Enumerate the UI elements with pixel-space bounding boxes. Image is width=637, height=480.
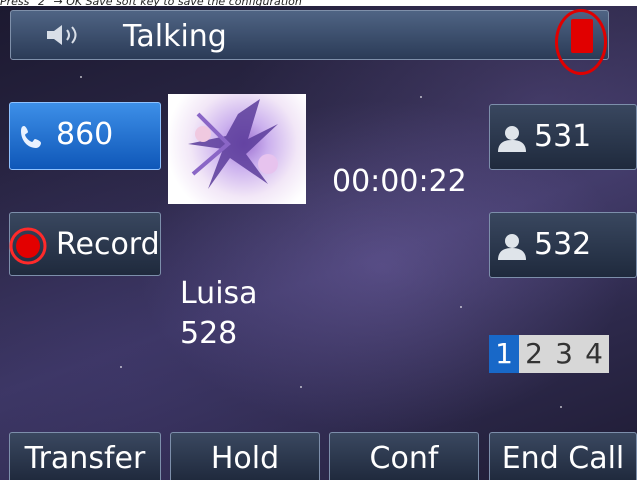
contact-name: Luisa	[180, 276, 258, 311]
line-key-860[interactable]: 860	[9, 102, 161, 170]
highlight-circle	[555, 9, 607, 75]
contact-icon	[496, 123, 528, 157]
call-status-title: Talking	[123, 19, 227, 54]
page-indicator: 1 2 3 4	[489, 335, 609, 373]
record-label: Record	[56, 227, 160, 262]
contact-avatar	[168, 94, 306, 204]
contact-number: 528	[180, 316, 238, 351]
blf-key-532[interactable]: 532	[489, 212, 637, 278]
blf-key-531[interactable]: 531	[489, 104, 637, 170]
record-button[interactable]: Record	[9, 212, 161, 276]
page-3[interactable]: 3	[549, 335, 579, 373]
transfer-softkey[interactable]: Transfer	[9, 432, 161, 480]
page-4[interactable]: 4	[579, 335, 609, 373]
page-1[interactable]: 1	[489, 335, 519, 373]
speaker-icon	[45, 23, 85, 51]
contact-icon	[496, 231, 528, 265]
record-icon	[8, 226, 48, 270]
conf-softkey[interactable]: Conf	[329, 432, 479, 480]
call-timer: 00:00:22	[332, 164, 467, 199]
phone-screen: Talking 860 Record 00:00:22 Luisa 528 53…	[0, 6, 637, 480]
status-bar: Talking	[10, 9, 609, 75]
page-2[interactable]: 2	[519, 335, 549, 373]
end-call-softkey[interactable]: End Call	[489, 432, 637, 480]
line-key-label: 860	[56, 117, 114, 152]
handset-icon	[18, 123, 46, 155]
blf-label: 532	[534, 227, 592, 262]
hold-softkey[interactable]: Hold	[170, 432, 320, 480]
blf-label: 531	[534, 119, 592, 154]
